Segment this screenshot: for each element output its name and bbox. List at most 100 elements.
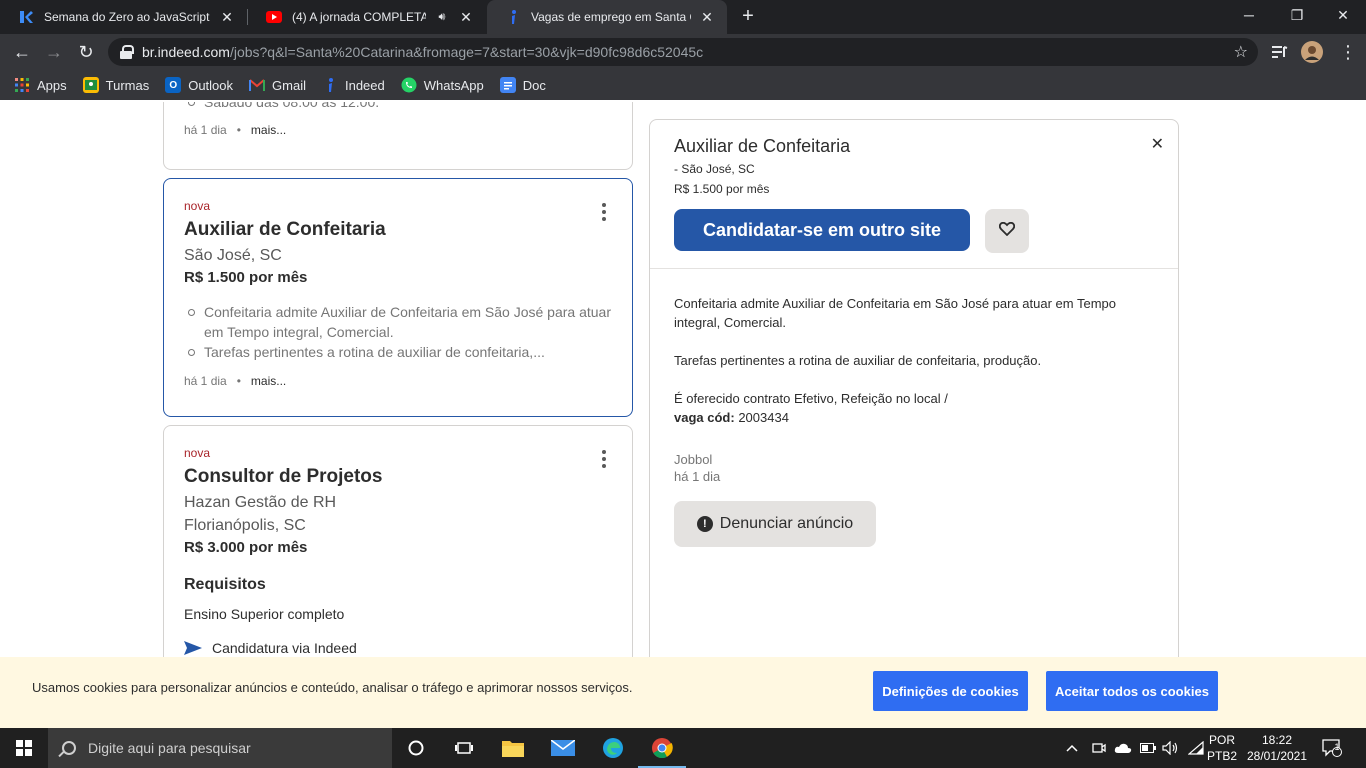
- send-arrow-icon: [184, 641, 202, 655]
- close-icon[interactable]: ✕: [1151, 134, 1164, 154]
- job-code-label: vaga cód:: [674, 410, 735, 425]
- restore-icon[interactable]: ❐: [1274, 0, 1320, 30]
- action-center-icon[interactable]: 1: [1322, 728, 1342, 768]
- bookmark-gmail[interactable]: Gmail: [249, 77, 306, 93]
- alert-icon: !: [696, 516, 713, 532]
- job-title[interactable]: Consultor de Projetos: [184, 466, 612, 488]
- search-icon: [62, 741, 76, 755]
- forward-arrow-icon[interactable]: →: [42, 40, 66, 64]
- new-label: nova: [184, 199, 211, 213]
- job-meta: há 1 dia • mais...: [184, 123, 612, 137]
- job-description: Confeitaria admite Auxiliar de Confeitar…: [674, 294, 1154, 427]
- job-title[interactable]: Auxiliar de Confeitaria: [184, 219, 612, 241]
- bookmark-doc[interactable]: Doc: [499, 77, 546, 93]
- outlook-icon: O: [165, 77, 182, 93]
- bookmark-label: Gmail: [272, 77, 306, 93]
- bookmarks-bar: Apps Turmas O Outlook Gmail Indeed Whats…: [0, 70, 1366, 100]
- tab-title: (4) A jornada COMPLETA para: [292, 10, 426, 24]
- bookmark-label: Turmas: [105, 77, 150, 93]
- description-paragraph: É oferecido contrato Efetivo, Refeição n…: [674, 391, 948, 406]
- report-label: Denunciar anúncio: [719, 515, 854, 532]
- indeed-icon: [505, 9, 521, 25]
- bookmark-whatsapp[interactable]: WhatsApp: [401, 77, 484, 93]
- source-name: Jobbol: [674, 452, 713, 467]
- back-arrow-icon[interactable]: ←: [10, 40, 34, 64]
- edge-icon[interactable]: [589, 728, 637, 768]
- lock-icon[interactable]: [120, 45, 134, 59]
- apply-external-button[interactable]: Candidatar-se em outro site: [674, 209, 970, 251]
- save-job-button[interactable]: [985, 209, 1029, 253]
- close-icon[interactable]: ✕: [699, 9, 715, 26]
- mail-icon[interactable]: [539, 728, 587, 768]
- detail-age: há 1 dia: [674, 469, 721, 484]
- show-hidden-icons-chevron-icon[interactable]: [1066, 728, 1078, 768]
- bookmark-star-icon[interactable]: ☆: [1234, 42, 1248, 62]
- job-salary: R$ 3.000 por mês: [184, 539, 308, 556]
- more-options-icon[interactable]: [602, 450, 606, 468]
- language-code: POR: [1208, 733, 1235, 747]
- requirement-item: Ensino Superior completo: [184, 606, 345, 622]
- bookmark-outlook[interactable]: O Outlook: [165, 77, 233, 93]
- job-card[interactable]: nova Consultor de Projetos Hazan Gestão …: [163, 425, 633, 657]
- media-control-icon[interactable]: [1268, 40, 1292, 64]
- bookmark-indeed[interactable]: Indeed: [322, 77, 385, 93]
- tab-javascript-week[interactable]: Semana do Zero ao JavaScript ✕: [0, 0, 247, 34]
- bookmark-apps[interactable]: Apps: [14, 77, 67, 93]
- tab-indeed-jobs[interactable]: Vagas de emprego em Santa Cat ✕: [487, 0, 727, 34]
- start-button[interactable]: [0, 728, 48, 768]
- job-salary: R$ 1.500 por mês: [184, 269, 308, 286]
- bookmark-label: Doc: [522, 77, 546, 93]
- task-view-icon[interactable]: [440, 728, 488, 768]
- easy-apply-indicator: Candidatura via Indeed: [184, 640, 612, 656]
- input-language-indicator[interactable]: POR PTB2: [1204, 732, 1240, 764]
- onedrive-cloud-icon[interactable]: [1114, 728, 1132, 768]
- taskbar-clock[interactable]: 18:22 28/01/2021: [1244, 732, 1310, 764]
- cookie-settings-button[interactable]: Definições de cookies: [873, 671, 1028, 711]
- reload-icon[interactable]: ↻: [74, 40, 98, 64]
- apps-grid-icon: [14, 77, 30, 93]
- browser-menu-icon[interactable]: ⋮: [1336, 40, 1360, 64]
- cortana-icon[interactable]: [392, 728, 440, 768]
- close-window-icon[interactable]: ✕: [1320, 0, 1366, 30]
- bookmark-label: Outlook: [188, 77, 234, 93]
- minimize-icon[interactable]: ─: [1226, 0, 1272, 30]
- file-explorer-icon[interactable]: [489, 728, 537, 768]
- profile-avatar[interactable]: [1300, 40, 1324, 64]
- wifi-icon[interactable]: [1188, 728, 1204, 768]
- windows-logo-icon: [16, 740, 32, 756]
- detail-location: - São José, SC: [674, 162, 755, 176]
- docs-icon: [499, 77, 516, 93]
- chrome-icon[interactable]: [638, 728, 686, 768]
- tab-youtube[interactable]: (4) A jornada COMPLETA para 🔊︎ ✕: [248, 0, 486, 34]
- bookmark-label: Indeed: [344, 77, 385, 93]
- taskbar-search-input[interactable]: Digite aqui para pesquisar: [48, 728, 392, 768]
- address-bar[interactable]: br.indeed.com/jobs?q&l=Santa%20Catarina&…: [108, 38, 1258, 66]
- more-options-icon[interactable]: [602, 203, 606, 221]
- volume-icon[interactable]: [1162, 728, 1180, 768]
- cookie-text: Usamos cookies para personalizar anúncio…: [32, 680, 633, 695]
- job-age: há 1 dia: [184, 123, 227, 137]
- new-tab-plus-icon[interactable]: +: [738, 6, 758, 26]
- indeed-icon: [322, 77, 338, 93]
- page-content: Sábado das 08:00 às 12:00. há 1 dia • ma…: [0, 102, 1366, 657]
- battery-icon[interactable]: [1140, 728, 1156, 768]
- new-label: nova: [184, 446, 211, 460]
- job-meta: há 1 dia • mais...: [184, 374, 612, 388]
- separator-dot: •: [236, 374, 241, 388]
- more-link[interactable]: mais...: [251, 374, 286, 388]
- close-icon[interactable]: ✕: [458, 9, 474, 26]
- bookmark-turmas[interactable]: Turmas: [82, 77, 150, 93]
- search-placeholder: Digite aqui para pesquisar: [88, 740, 251, 756]
- job-card-partial[interactable]: Sábado das 08:00 às 12:00. há 1 dia • ma…: [163, 102, 633, 170]
- speaker-icon[interactable]: 🔊︎: [434, 11, 450, 24]
- job-age: há 1 dia: [184, 374, 227, 388]
- more-link[interactable]: mais...: [251, 123, 286, 137]
- close-icon[interactable]: ✕: [219, 9, 235, 26]
- job-card-selected[interactable]: nova Auxiliar de Confeitaria São José, S…: [163, 178, 633, 417]
- classroom-icon: [82, 77, 99, 93]
- report-ad-button[interactable]: ! Denunciar anúncio: [674, 501, 876, 547]
- meet-now-icon[interactable]: [1092, 728, 1106, 768]
- divider: [650, 268, 1178, 269]
- clock-date: 28/01/2021: [1246, 749, 1308, 763]
- accept-cookies-button[interactable]: Aceitar todos os cookies: [1046, 671, 1218, 711]
